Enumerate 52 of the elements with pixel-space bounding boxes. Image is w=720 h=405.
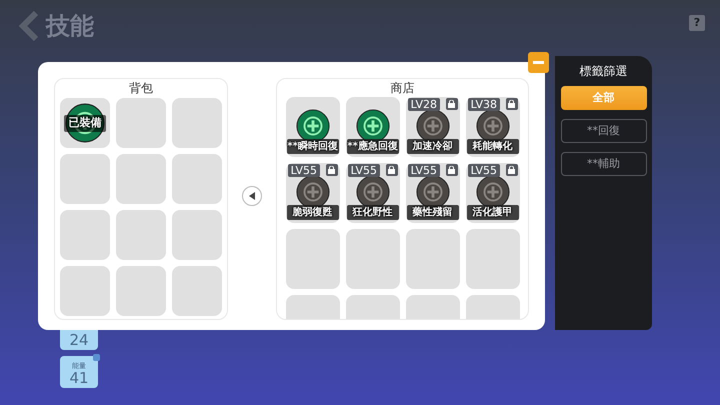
empty-slot[interactable]	[406, 229, 460, 289]
skill-name: 耗能轉化	[466, 139, 519, 154]
back-chevron-icon[interactable]	[18, 11, 40, 41]
empty-slot[interactable]	[172, 154, 222, 204]
swap-arrow-button[interactable]	[242, 186, 262, 206]
level-badge: LV55	[408, 164, 440, 177]
skill-name: 藥性殘留	[406, 205, 459, 220]
empty-slot[interactable]	[60, 154, 110, 204]
skill-name: **應急回復	[346, 139, 399, 154]
skill-name: **瞬時回復	[286, 139, 339, 154]
level-badge: LV55	[468, 164, 500, 177]
collapse-minus-button[interactable]	[528, 52, 549, 73]
skill-slot[interactable]: 已裝備	[60, 98, 110, 148]
shop-skill-slot[interactable]: LV28 加速冷卻	[406, 97, 460, 157]
empty-slot[interactable]	[60, 210, 110, 260]
empty-slot[interactable]	[172, 98, 222, 148]
corner-badge-icon	[93, 354, 100, 361]
empty-slot[interactable]	[60, 266, 110, 316]
level-badge: LV55	[348, 164, 380, 177]
left-triangle-icon	[248, 191, 256, 201]
empty-slot[interactable]	[116, 266, 166, 316]
equipped-label: 已裝備	[64, 115, 106, 132]
stat-value: 41	[69, 370, 89, 387]
minus-icon	[533, 61, 544, 64]
empty-slot[interactable]	[466, 229, 520, 289]
empty-slot[interactable]	[172, 210, 222, 260]
shop-skill-slot[interactable]: LV55 脆弱復甦	[286, 163, 340, 223]
empty-slot[interactable]	[346, 229, 400, 289]
shop-skill-slot[interactable]: **應急回復	[346, 97, 400, 157]
shop-skill-slot[interactable]: LV55 狂化野性	[346, 163, 400, 223]
shop-skill-slot[interactable]: LV55 藥性殘留	[406, 163, 460, 223]
empty-slot[interactable]	[116, 154, 166, 204]
level-badge: LV55	[288, 164, 320, 177]
level-badge: LV28	[408, 98, 440, 111]
filter-title: 標籤篩選	[580, 63, 628, 80]
empty-slot[interactable]	[286, 229, 340, 289]
skill-orb-icon	[65, 103, 106, 143]
shop-skill-slot[interactable]: LV55 活化護甲	[466, 163, 520, 223]
level-badge: LV38	[468, 98, 500, 111]
shop-skill-slot[interactable]: LV38 耗能轉化	[466, 97, 520, 157]
skill-name: 加速冷卻	[406, 139, 459, 154]
filter-option[interactable]: **回復	[560, 119, 646, 143]
filter-option[interactable]: **輔助	[560, 152, 646, 176]
empty-slot[interactable]	[116, 210, 166, 260]
skill-name: 活化護甲	[466, 205, 519, 220]
stat-value: 24	[69, 332, 89, 349]
skill-name: 狂化野性	[346, 205, 399, 220]
shop-skill-slot[interactable]: **瞬時回復	[286, 97, 340, 157]
empty-slot[interactable]	[172, 266, 222, 316]
page-title: 技能	[46, 11, 94, 42]
empty-slot[interactable]	[116, 98, 166, 148]
skill-name: 脆弱復甦	[286, 205, 339, 220]
